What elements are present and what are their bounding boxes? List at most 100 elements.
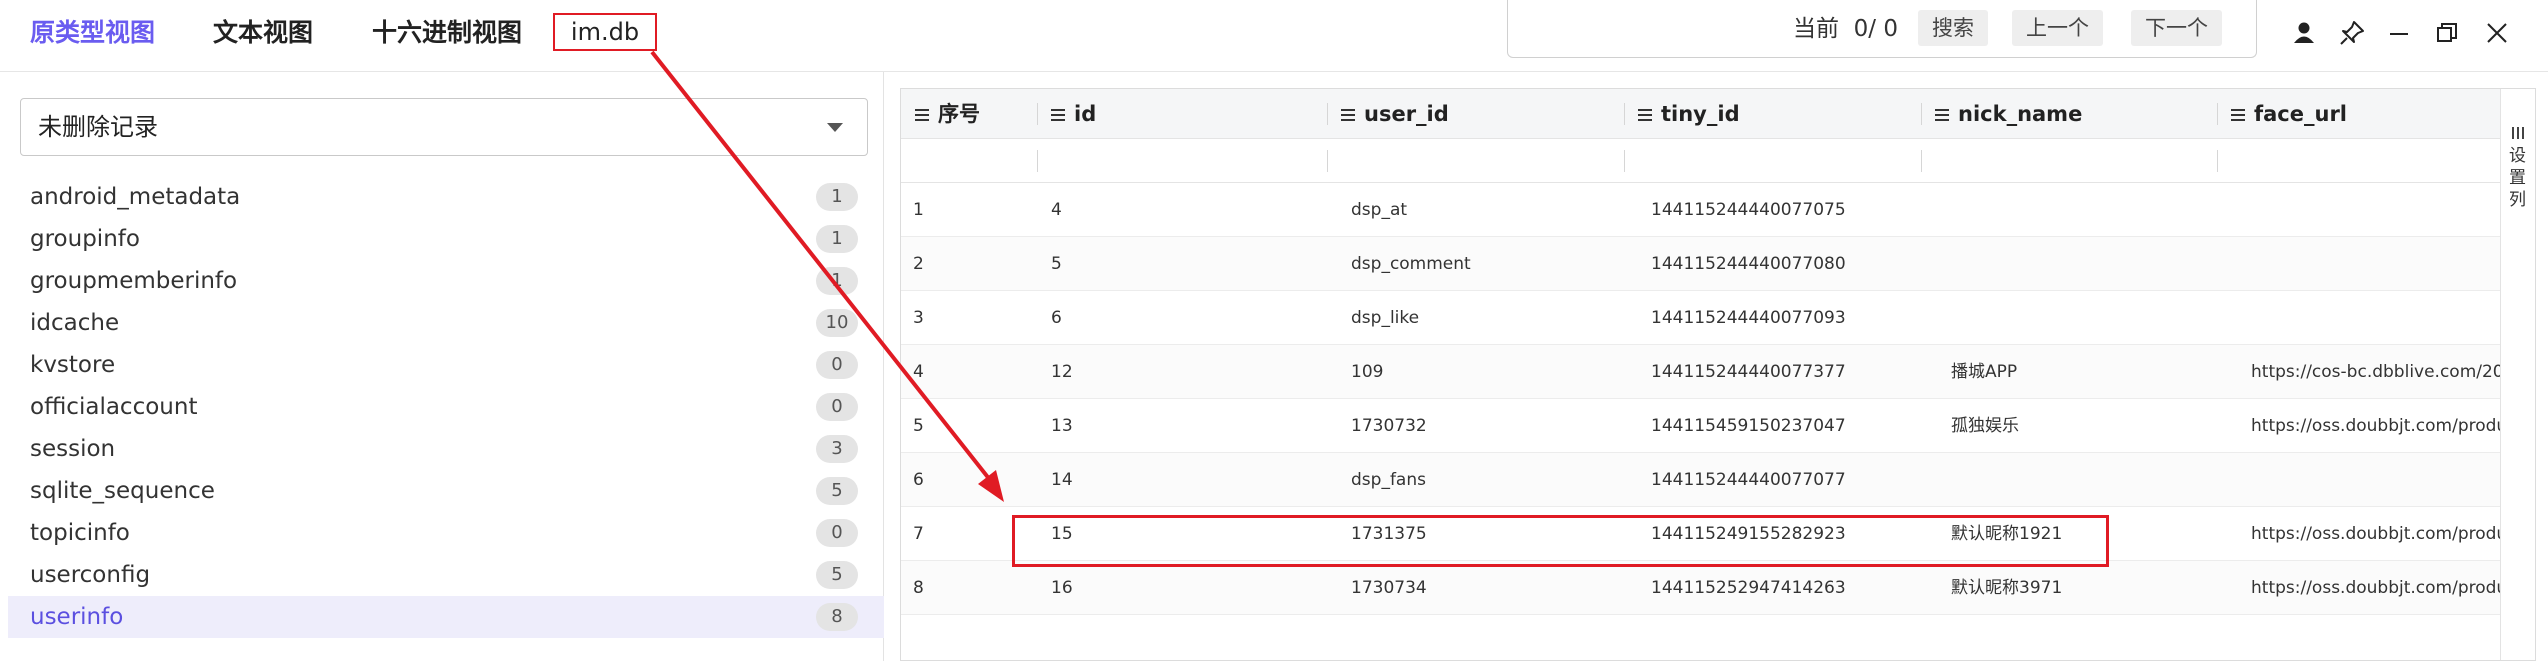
table-cell[interactable]: 15 (1051, 507, 1341, 561)
table-cell[interactable]: 孤独娱乐 (1951, 399, 2241, 453)
pin-icon[interactable] (2337, 18, 2367, 48)
table-cell[interactable]: https://oss.doubbjt.com/produ... (2251, 561, 2501, 615)
column-header[interactable]: id (1051, 89, 1096, 139)
table-cell[interactable]: 默认昵称1921 (1951, 507, 2241, 561)
table-cell[interactable]: dsp_like (1351, 291, 1641, 345)
table-cell[interactable]: 144115249155282923 (1651, 507, 1941, 561)
table-row[interactable]: 2 5 dsp_comment 144115244440077080 (901, 237, 2501, 291)
record-filter-value: 未删除记录 (38, 113, 158, 141)
table-list-item[interactable]: groupmemberinfo 1 (8, 260, 884, 302)
table-cell[interactable] (1951, 453, 2241, 507)
record-count-badge: 10 (816, 309, 858, 337)
table-cell[interactable]: 14 (1051, 453, 1341, 507)
column-menu-icon[interactable] (915, 109, 929, 121)
table-cell[interactable]: 144115244440077077 (1651, 453, 1941, 507)
table-list-item[interactable]: sqlite_sequence 5 (8, 470, 884, 512)
column-divider[interactable] (2217, 103, 2218, 125)
tab-hex-view[interactable]: 十六进制视图 (372, 14, 522, 52)
table-cell[interactable]: 144115252947414263 (1651, 561, 1941, 615)
table-cell[interactable]: https://oss.doubbjt.com/produ... (2251, 399, 2501, 453)
table-cell[interactable]: 12 (1051, 345, 1341, 399)
chevron-down-icon (827, 123, 843, 132)
close-icon[interactable] (2482, 18, 2512, 48)
filter-row[interactable] (901, 139, 2501, 183)
record-filter-select[interactable]: 未删除记录 (20, 98, 868, 156)
table-list-item[interactable]: topicinfo 0 (8, 512, 884, 554)
table-row[interactable]: 3 6 dsp_like 144115244440077093 (901, 291, 2501, 345)
table-cell[interactable]: dsp_at (1351, 183, 1641, 237)
table-cell[interactable]: 1731375 (1351, 507, 1641, 561)
table-row[interactable]: 8 16 1730734 144115252947414263 默认昵称3971 http… (901, 561, 2501, 615)
column-header[interactable]: face_url (2231, 89, 2347, 139)
table-cell[interactable] (2251, 291, 2501, 345)
table-cell[interactable]: 13 (1051, 399, 1341, 453)
user-icon[interactable] (2289, 18, 2319, 48)
table-cell[interactable]: 144115244440077080 (1651, 237, 1941, 291)
column-menu-icon[interactable] (1051, 109, 1065, 121)
next-result-button[interactable]: 下一个 (2131, 10, 2222, 46)
table-cell[interactable]: https://oss.doubbjt.com/produ... (2251, 507, 2501, 561)
table-name: android_metadata (30, 184, 241, 210)
restore-icon[interactable] (2432, 18, 2462, 48)
table-cell[interactable]: 1730734 (1351, 561, 1641, 615)
minimize-icon[interactable] (2384, 18, 2414, 48)
column-menu-icon[interactable] (1935, 109, 1949, 121)
table-list-item[interactable]: idcache 10 (8, 302, 884, 344)
table-name: kvstore (30, 352, 116, 378)
table-cell[interactable] (2251, 453, 2501, 507)
top-bar: 原类型视图 文本视图 十六进制视图 im.db 当前 0/ 0 搜索 上一个 下… (0, 0, 2548, 72)
tab-raw-type-view[interactable]: 原类型视图 (30, 14, 155, 52)
table-row[interactable]: 7 15 1731375 144115249155282923 默认昵称1921 http… (901, 507, 2501, 561)
table-cell[interactable]: 1730732 (1351, 399, 1641, 453)
table-cell[interactable] (2251, 183, 2501, 237)
table-cell[interactable]: 播城APP (1951, 345, 2241, 399)
record-count-badge: 8 (816, 603, 858, 631)
table-row[interactable]: 1 4 dsp_at 144115244440077075 (901, 183, 2501, 237)
table-row[interactable]: 6 14 dsp_fans 144115244440077077 (901, 453, 2501, 507)
table-cell[interactable]: 144115244440077075 (1651, 183, 1941, 237)
table-cell[interactable] (1951, 291, 2241, 345)
table-cell[interactable]: 5 (1051, 237, 1341, 291)
prev-result-button[interactable]: 上一个 (2012, 10, 2103, 46)
table-cell[interactable]: https://cos-bc.dbblive.com/202... (2251, 345, 2501, 399)
table-cell[interactable] (1951, 183, 2241, 237)
table-cell[interactable]: 109 (1351, 345, 1641, 399)
table-cell[interactable]: 4 (1051, 183, 1341, 237)
column-menu-icon[interactable] (1638, 109, 1652, 121)
table-row[interactable]: 5 13 1730732 144115459150237047 孤独娱乐 https://… (901, 399, 2501, 453)
column-divider[interactable] (1624, 103, 1625, 125)
table-row[interactable]: 4 12 109 144115244440077377 播城APP https://cos… (901, 345, 2501, 399)
column-divider[interactable] (1921, 103, 1922, 125)
column-menu-icon[interactable] (1341, 109, 1355, 121)
table-list-item[interactable]: groupinfo 1 (8, 218, 884, 260)
table-cell[interactable]: 16 (1051, 561, 1341, 615)
table-list-item[interactable]: android_metadata 1 (8, 176, 884, 218)
table-list-item[interactable]: session 3 (8, 428, 884, 470)
table-cell[interactable]: dsp_fans (1351, 453, 1641, 507)
tab-text-view[interactable]: 文本视图 (213, 14, 313, 52)
table-cell[interactable]: 144115244440077093 (1651, 291, 1941, 345)
column-header[interactable]: tiny_id (1638, 89, 1740, 139)
column-header[interactable]: user_id (1341, 89, 1449, 139)
search-button[interactable]: 搜索 (1918, 10, 1988, 46)
table-list-item[interactable]: kvstore 0 (8, 344, 884, 386)
column-settings[interactable]: 设置列 (2500, 89, 2535, 660)
table-cell[interactable]: 6 (1051, 291, 1341, 345)
column-header[interactable]: 序号 (915, 89, 980, 139)
column-divider[interactable] (1037, 103, 1038, 125)
column-menu-icon[interactable] (2231, 109, 2245, 121)
table-cell[interactable] (2251, 237, 2501, 291)
table-name: officialaccount (30, 394, 198, 420)
table-list-item[interactable]: userconfig 5 (8, 554, 884, 596)
column-divider[interactable] (1327, 103, 1328, 125)
table-list-item[interactable]: officialaccount 0 (8, 386, 884, 428)
column-header[interactable]: nick_name (1935, 89, 2082, 139)
table-name: idcache (30, 310, 120, 336)
filter-divider (1624, 150, 1625, 172)
table-cell[interactable]: 默认昵称3971 (1951, 561, 2241, 615)
table-cell[interactable]: dsp_comment (1351, 237, 1641, 291)
table-cell[interactable]: 144115459150237047 (1651, 399, 1941, 453)
table-cell[interactable] (1951, 237, 2241, 291)
table-list-item[interactable]: userinfo 8 (8, 596, 884, 638)
table-cell[interactable]: 144115244440077377 (1651, 345, 1941, 399)
